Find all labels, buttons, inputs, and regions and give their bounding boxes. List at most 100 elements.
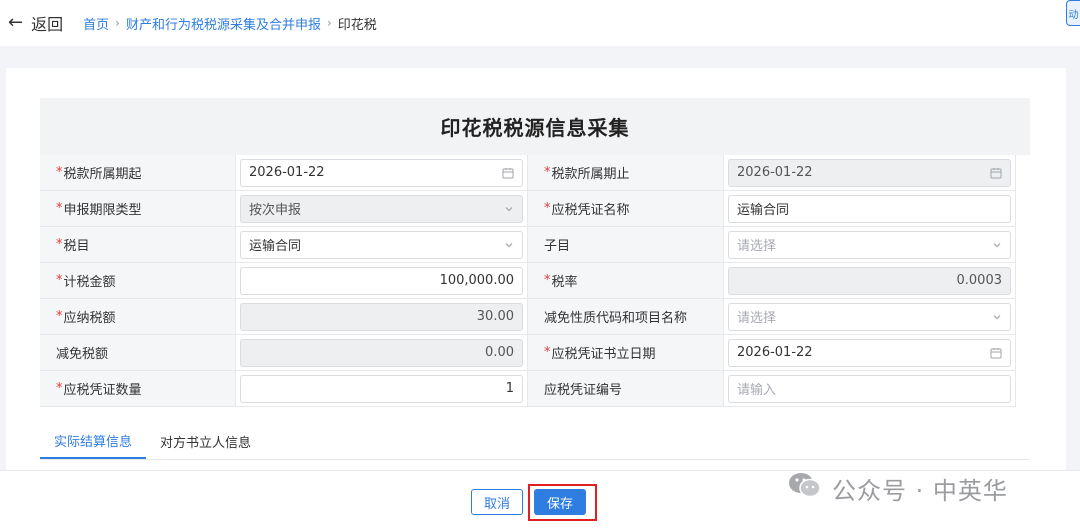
- field-label-text: 税目: [63, 239, 90, 254]
- tab-counterparty-info[interactable]: 对方书立人信息: [146, 423, 265, 459]
- select-field[interactable]: 运输合同: [240, 230, 523, 259]
- field-label-text: 减免税额: [56, 347, 109, 362]
- date-field[interactable]: 2026-01-22: [240, 158, 523, 187]
- watermark: 公众号 · 中英华: [788, 470, 1008, 506]
- back-button[interactable]: ← 返回: [8, 11, 63, 35]
- field-placeholder: 请选择: [737, 311, 777, 326]
- breadcrumb: 首页 › 财产和行为税税源采集及合并申报 › 印花税: [83, 14, 377, 33]
- form-card: 印花税税源信息采集 * 税款所属期起 2026-01-22 * 税款所属期止 2026-0…: [40, 98, 1030, 418]
- field-label: * 税款所属期起: [40, 155, 236, 191]
- chevron-down-icon: [992, 240, 1002, 250]
- calendar-icon: [502, 167, 514, 179]
- watermark-text: 公众号 · 中英华: [832, 476, 1008, 505]
- field-value-cell: 2026-01-22: [724, 335, 1016, 371]
- corner-badge[interactable]: 动: [1066, 0, 1080, 26]
- field-label: 应税凭证编号: [528, 371, 724, 407]
- field-label-text: 应纳税额: [63, 311, 116, 326]
- field-value: 运输合同: [249, 239, 302, 254]
- field-value-cell: 2026-01-22: [236, 155, 528, 191]
- field-value-cell: 0.0003: [724, 263, 1016, 299]
- text-field[interactable]: 运输合同: [728, 194, 1011, 223]
- field-label-text: 税率: [551, 275, 578, 290]
- chevron-down-icon: [504, 204, 514, 214]
- field-value: 0.00: [485, 345, 514, 360]
- field-label: * 应税凭证数量: [40, 371, 236, 407]
- select-field: 按次申报: [240, 194, 523, 223]
- tab-bar: 实际结算信息 对方书立人信息: [40, 424, 1030, 460]
- field-value: 2026-01-22: [737, 345, 813, 360]
- field-label: * 计税金额: [40, 263, 236, 299]
- required-asterisk: *: [56, 201, 63, 216]
- number-field[interactable]: 1: [240, 374, 523, 403]
- form-title: 印花税税源信息采集: [40, 98, 1030, 155]
- required-asterisk: *: [544, 273, 551, 288]
- field-label: 子目: [528, 227, 724, 263]
- breadcrumb-current: 印花税: [337, 17, 377, 33]
- field-value-cell: 请选择: [724, 227, 1016, 263]
- required-asterisk: *: [544, 165, 551, 180]
- tab-actual-settlement[interactable]: 实际结算信息: [40, 423, 147, 459]
- breadcrumb-home[interactable]: 首页: [83, 14, 109, 33]
- number-field[interactable]: 100,000.00: [240, 266, 523, 295]
- field-label-text: 计税金额: [63, 275, 116, 290]
- number-field: 0.0003: [728, 266, 1011, 295]
- date-field: 2026-01-22: [728, 158, 1011, 187]
- select-field[interactable]: 请选择: [728, 230, 1011, 259]
- field-value: 2026-01-22: [249, 165, 325, 180]
- field-label-text: 应税凭证书立日期: [551, 347, 656, 362]
- wechat-icon: [788, 471, 822, 505]
- select-field[interactable]: 请选择: [728, 302, 1011, 331]
- breadcrumb-tax-source-collection[interactable]: 财产和行为税税源采集及合并申报: [126, 14, 321, 33]
- field-label: 减免税额: [40, 335, 236, 371]
- field-label: * 应税凭证书立日期: [528, 335, 724, 371]
- chevron-down-icon: [504, 240, 514, 250]
- field-label: * 税款所属期止: [528, 155, 724, 191]
- field-label-text: 子目: [544, 239, 571, 254]
- field-label: * 税率: [528, 263, 724, 299]
- field-value-cell: 按次申报: [236, 191, 528, 227]
- field-label-text: 应税凭证数量: [63, 383, 142, 398]
- required-asterisk: *: [544, 201, 551, 216]
- field-placeholder: 请选择: [737, 239, 777, 254]
- field-label-text: 应税凭证名称: [551, 203, 630, 218]
- field-value: 0.0003: [956, 273, 1003, 288]
- field-label: * 应纳税额: [40, 299, 236, 335]
- main-panel: 印花税税源信息采集 * 税款所属期起 2026-01-22 * 税款所属期止 2026-0…: [6, 68, 1066, 478]
- field-value-cell: 1: [236, 371, 528, 407]
- field-value-cell: 100,000.00: [236, 263, 528, 299]
- chevron-down-icon: [992, 312, 1002, 322]
- field-label-text: 申报期限类型: [63, 203, 142, 218]
- field-label-text: 税款所属期止: [551, 167, 630, 182]
- field-value: 运输合同: [737, 203, 790, 218]
- save-button[interactable]: 保存: [534, 489, 586, 515]
- field-value-cell: 0.00: [236, 335, 528, 371]
- date-field[interactable]: 2026-01-22: [728, 338, 1011, 367]
- required-asterisk: *: [56, 309, 63, 324]
- cancel-button[interactable]: 取消: [471, 489, 523, 515]
- chevron-right-icon: ›: [326, 16, 332, 30]
- field-value: 1: [505, 381, 514, 396]
- field-value-cell: 请选择: [724, 299, 1016, 335]
- required-asterisk: *: [56, 381, 63, 396]
- field-value: 2026-01-22: [737, 165, 813, 180]
- required-asterisk: *: [56, 237, 63, 252]
- field-value-cell: 运输合同: [724, 191, 1016, 227]
- field-label-text: 税款所属期起: [63, 167, 142, 182]
- text-field[interactable]: 请输入: [728, 374, 1011, 403]
- top-bar: ← 返回 首页 › 财产和行为税税源采集及合并申报 › 印花税: [0, 0, 1080, 46]
- chevron-right-icon: ›: [115, 16, 120, 30]
- field-label-text: 应税凭证编号: [544, 383, 623, 398]
- number-field: 30.00: [240, 302, 523, 331]
- field-label-text: 减免性质代码和项目名称: [544, 311, 688, 326]
- field-label: * 税目: [40, 227, 236, 263]
- back-arrow-icon: ←: [8, 12, 24, 33]
- field-value-cell: 请输入: [724, 371, 1016, 407]
- field-value: 30.00: [476, 309, 514, 324]
- field-label: * 申报期限类型: [40, 191, 236, 227]
- field-label: 减免性质代码和项目名称: [528, 299, 724, 335]
- field-value-cell: 30.00: [236, 299, 528, 335]
- field-value: 按次申报: [249, 203, 302, 218]
- number-field: 0.00: [240, 338, 523, 367]
- field-label: * 应税凭证名称: [528, 191, 724, 227]
- form-grid: * 税款所属期起 2026-01-22 * 税款所属期止 2026-01-22 * 申报期限类…: [40, 155, 1016, 407]
